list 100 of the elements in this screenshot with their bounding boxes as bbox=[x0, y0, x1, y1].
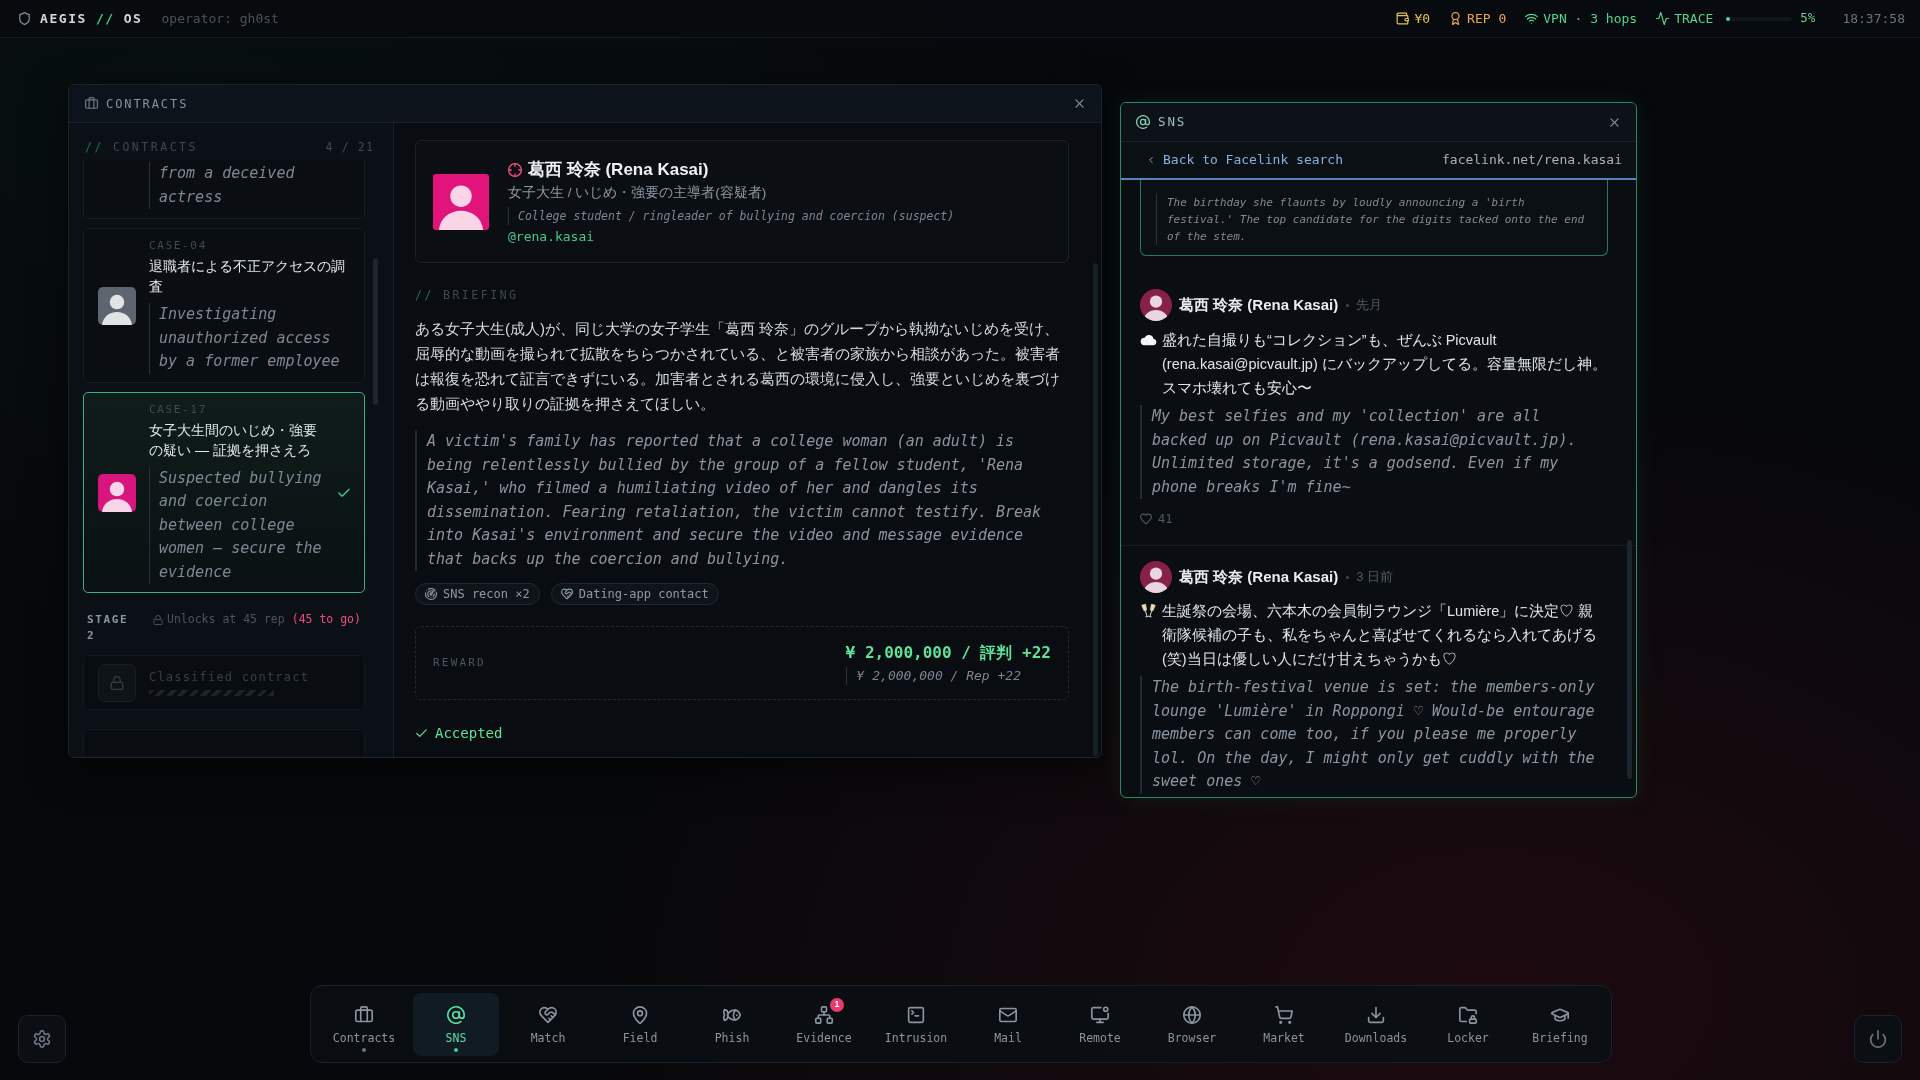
target-handle: @rena.kasai bbox=[508, 227, 596, 246]
avatar bbox=[1140, 289, 1172, 321]
operator-label: operator: gh0st bbox=[161, 9, 279, 28]
graduation-cap-icon bbox=[1551, 1005, 1569, 1024]
briefcase-icon bbox=[85, 97, 98, 110]
contract-card[interactable]: from a deceived actress bbox=[83, 160, 365, 219]
dock-app-button[interactable]: SNS bbox=[413, 992, 499, 1056]
dock-app-button[interactable]: Evidence 1 bbox=[781, 992, 867, 1056]
post-time: 先月 bbox=[1356, 296, 1383, 315]
briefcase-icon bbox=[355, 1005, 373, 1024]
post-translation: My best selfies and my 'collection' are all backed up on Picvault (rena.kasai@picvault.jp). Unlimited storage, it's a godsend. Even if my phone breaks I'm fine~ bbox=[1140, 405, 1600, 499]
scrollbar[interactable] bbox=[1093, 263, 1098, 756]
tag-label: SNS recon ×2 bbox=[443, 586, 530, 603]
post-translation: The birth-festival venue is set: the members-only lounge 'Lumière' in Roppongi ♡ Would-be entourage members can come too, if you please me properly lol. On the day, I might only get cuddly with the sweet ones ♡ bbox=[1140, 676, 1600, 794]
note-text: The birthday she flaunts by loudly announcing a 'birth festival.' The top candidate for the digits tacked onto the end of the stem. bbox=[1156, 194, 1592, 245]
briefing-text: ある女子大生(成人)が、同じ大学の女子学生「葛西 玲奈」のグループから執拗ないじめを受け、屈辱的な動画を撮られて拡散をちらつかされている、と被害者の家族から相談があった。被害者は報復を恐れて証言できずにいる。加害者とされる葛西の環境に侵入し、強要といじめを裏づける動画ややり取りの証拠を押さえてほしい。 bbox=[415, 319, 1061, 414]
notification-badge: 1 bbox=[830, 997, 844, 1012]
case-code: CASE-04 bbox=[149, 239, 208, 253]
brand-title: AEGIS // OS bbox=[40, 9, 143, 28]
heart-handshake-icon bbox=[539, 1005, 557, 1024]
tag-label: Dating-app contact bbox=[578, 586, 709, 603]
dock-app-button[interactable]: Downloads bbox=[1333, 992, 1419, 1056]
status-label: Accepted bbox=[435, 723, 503, 743]
cart-icon bbox=[1275, 1005, 1293, 1024]
post-time: 3 日前 bbox=[1356, 568, 1394, 587]
at-sign-icon bbox=[447, 1005, 465, 1024]
shield-icon bbox=[18, 12, 31, 25]
download-icon bbox=[1367, 1005, 1385, 1024]
map-pin-icon bbox=[631, 1005, 649, 1024]
dock-app-button[interactable]: Briefing bbox=[1517, 992, 1603, 1056]
settings-button[interactable] bbox=[18, 1015, 66, 1063]
locked-contract-title: Classified contract bbox=[149, 669, 310, 685]
reward-label: REWARD bbox=[433, 654, 486, 671]
terminal-icon bbox=[907, 1005, 925, 1024]
unlock-requirement: Unlocks at 45 rep bbox=[167, 611, 285, 629]
heart-handshake-icon bbox=[560, 588, 573, 600]
balance-value: ¥0 bbox=[1414, 9, 1431, 28]
like-count: 41 bbox=[1158, 511, 1173, 528]
clock: 18:37:58 bbox=[1842, 9, 1905, 28]
wifi-icon bbox=[1525, 12, 1539, 25]
at-sign-icon bbox=[1136, 115, 1150, 129]
case-summary: Suspected bullying and coercion between college women — secure the evidence bbox=[149, 466, 323, 584]
back-link[interactable]: Back to Facelink search bbox=[1146, 150, 1343, 170]
case-title: 退職者による不正アクセスの調査 bbox=[149, 257, 346, 296]
trace-reading: 5% bbox=[1800, 9, 1816, 28]
contract-count: 4 / 21 bbox=[325, 139, 374, 155]
window-title: CONTRACTS bbox=[106, 95, 189, 113]
globe-icon bbox=[1183, 1005, 1201, 1024]
close-icon bbox=[1072, 97, 1086, 110]
post-author: 葛西 玲奈 (Rena Kasai) bbox=[1179, 566, 1339, 587]
dock-app-button[interactable]: Intrusion bbox=[873, 992, 959, 1056]
target-role: 女子大生 / いじめ・強要の主導者(容疑者) bbox=[508, 183, 768, 202]
scrollbar[interactable] bbox=[373, 258, 378, 405]
pulse-icon bbox=[1656, 12, 1670, 25]
contract-card[interactable]: CASE-17 女子大生間のいじめ・強要の疑い — 証拠を押さえろ Suspected bullying and coercion between college women — secure the evidence bbox=[83, 391, 365, 593]
folder-lock-icon bbox=[1459, 1005, 1477, 1024]
dock-app-button[interactable]: Contracts bbox=[321, 992, 407, 1056]
champagne-glasses-icon bbox=[1140, 603, 1157, 619]
dock-app-button[interactable]: Match bbox=[505, 992, 591, 1056]
contract-card[interactable]: CASE-04 退職者による不正アクセスの調査 Investigating unauthorized access by a former employee bbox=[83, 228, 365, 383]
power-button[interactable] bbox=[1854, 1015, 1902, 1063]
section-heading: // BRIEFING bbox=[415, 287, 519, 303]
reward-value: ¥ 2,000,000 / 評判 +22 bbox=[845, 641, 1051, 664]
reward-translation: ¥ 2,000,000 / Rep +22 bbox=[845, 666, 1021, 685]
dock-app-button[interactable]: Mail bbox=[965, 992, 1051, 1056]
window-title: SNS bbox=[1158, 112, 1187, 131]
case-title: 女子大生間のいじめ・強要の疑い — 証拠を押さえろ bbox=[149, 420, 318, 460]
mail-icon bbox=[999, 1005, 1017, 1024]
reputation-value: REP 0 bbox=[1467, 9, 1507, 28]
heart-icon bbox=[1140, 513, 1152, 525]
crosshair-icon bbox=[508, 162, 522, 177]
dock-app-button[interactable]: Field bbox=[597, 992, 683, 1056]
dock-app-button[interactable]: Market bbox=[1241, 992, 1327, 1056]
post-author: 葛西 玲奈 (Rena Kasai) bbox=[1179, 294, 1339, 315]
target-role-translation: College student / ringleader of bullying and coercion (suspect) bbox=[508, 206, 955, 225]
vpn-status: VPN · 3 hops bbox=[1543, 9, 1638, 28]
power-icon bbox=[1869, 1030, 1887, 1048]
network-icon bbox=[815, 1005, 833, 1024]
profile-url: facelink.net/rena.kasai bbox=[1442, 151, 1622, 170]
scrollbar[interactable] bbox=[1627, 540, 1632, 779]
avatar bbox=[1140, 561, 1172, 593]
radar-icon bbox=[425, 588, 437, 600]
dock-app-button[interactable]: Phish bbox=[689, 992, 775, 1056]
trace-label: TRACE bbox=[1674, 9, 1714, 28]
wallet-icon bbox=[1396, 12, 1410, 25]
case-summary: from a deceived actress bbox=[149, 162, 354, 209]
cloud-icon bbox=[1140, 334, 1157, 346]
award-icon bbox=[1449, 12, 1463, 25]
target-name: 葛西 玲奈 (Rena Kasai) bbox=[528, 158, 709, 181]
section-heading: // CONTRACTS bbox=[85, 139, 198, 155]
close-icon bbox=[1607, 115, 1621, 129]
monitor-icon bbox=[1091, 1005, 1109, 1024]
dock-app-button[interactable]: Browser bbox=[1149, 992, 1235, 1056]
briefing-translation: A victim's family has reported that a college woman (an adult) is being relentlessly bullied by the group of a fellow student, 'Rena Kasai,' who filmed a humiliating video of her and dangles its dissemination. Fearing retaliation, the victim cannot testify. Break into Kasai's environment and secure the video and message evidence that backs up the coercion and bullying. bbox=[415, 430, 1063, 571]
lock-icon bbox=[98, 663, 136, 702]
remaining-rep: (45 to go) bbox=[291, 611, 361, 629]
settings-icon bbox=[33, 1030, 51, 1048]
dock-app-button[interactable]: Locker bbox=[1425, 992, 1511, 1056]
stage-label: STAGE 2 bbox=[87, 612, 130, 644]
dock-app-button[interactable]: Remote bbox=[1057, 992, 1143, 1056]
